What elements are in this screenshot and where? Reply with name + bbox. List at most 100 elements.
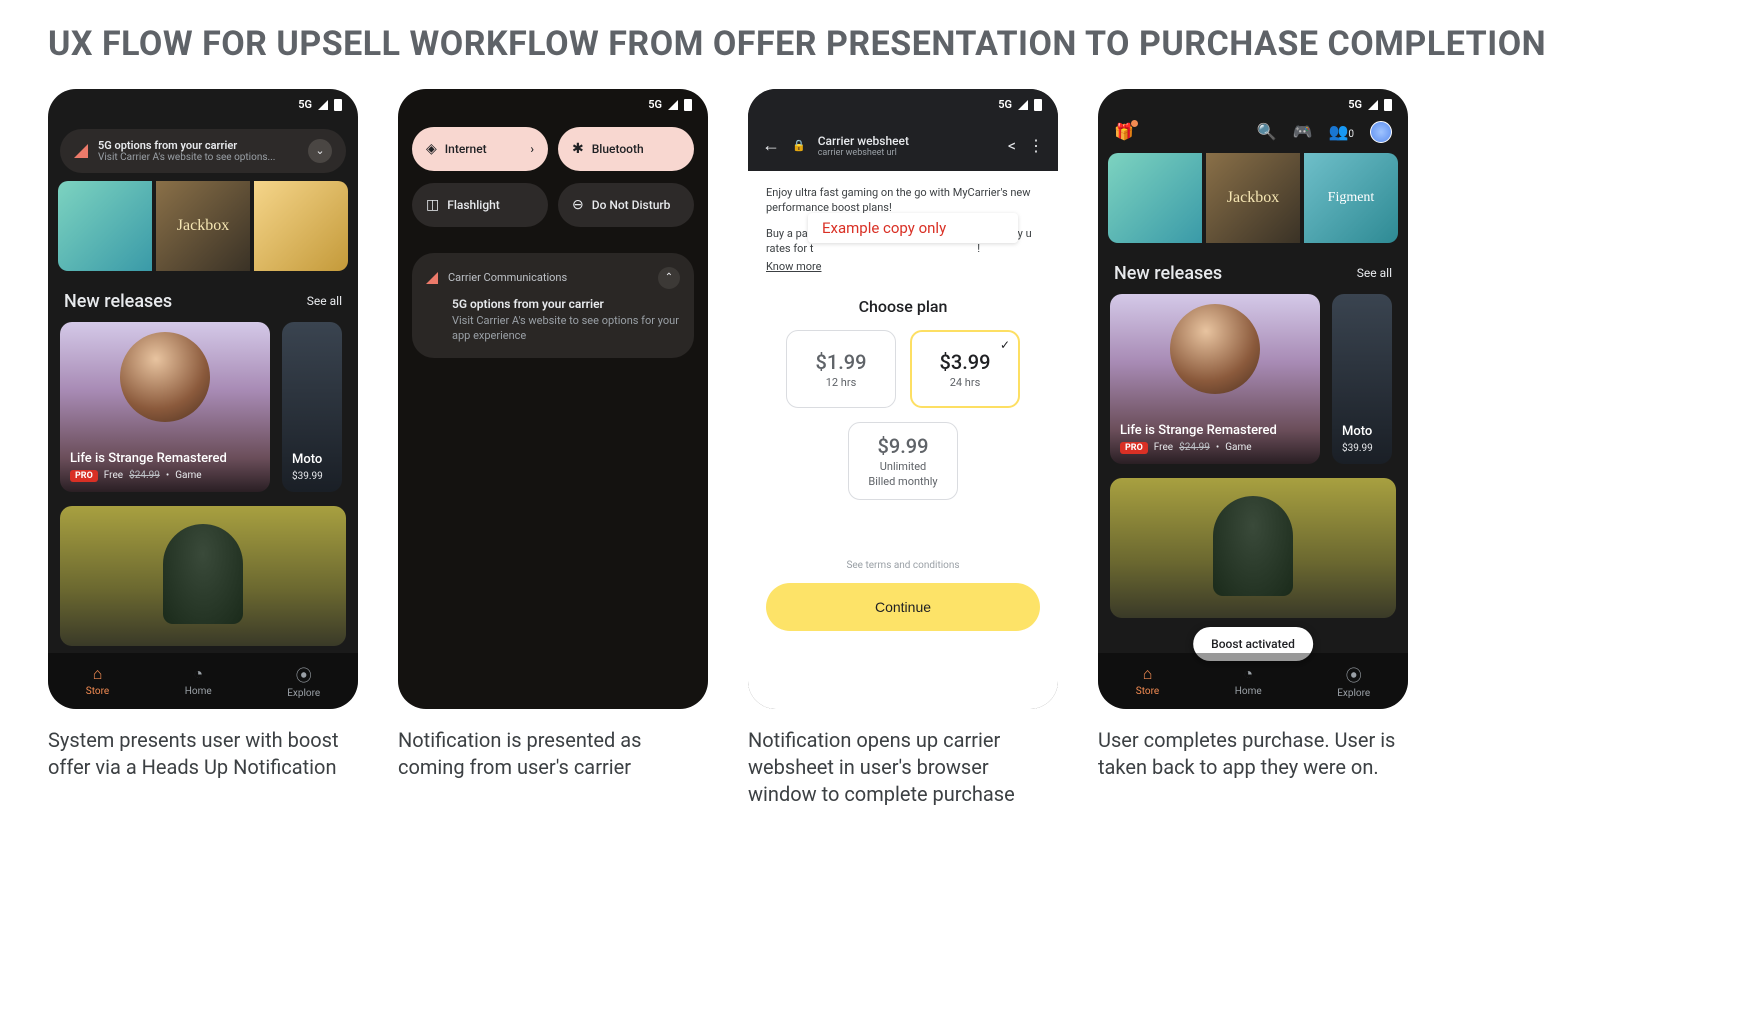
- card-carousel[interactable]: Life is Strange Remastered PRO Free $24.…: [1098, 294, 1408, 464]
- card-price: $39.99: [292, 471, 332, 482]
- bottom-nav: ⌂ Store ◔ Home ⦿ Explore: [48, 653, 358, 709]
- websheet-title-wrap: Carrier websheet carrier websheet url: [818, 134, 996, 158]
- featured-card[interactable]: [60, 506, 346, 646]
- websheet-body: Enjoy ultra fast gaming on the go with M…: [748, 171, 1058, 709]
- price-strike: $24.99: [129, 470, 160, 481]
- card-meta: PRO Free $24.99 • Game: [1120, 442, 1310, 454]
- battery-icon: [1034, 99, 1042, 111]
- promo-tile[interactable]: [58, 181, 152, 271]
- explore-icon: ⦿: [1346, 662, 1362, 686]
- plan-option[interactable]: $9.99 Unlimited Billed monthly: [848, 422, 958, 500]
- overflow-menu-icon[interactable]: ⋮: [1028, 136, 1044, 155]
- phone-3: 5G ← 🔒 Carrier websheet carrier websheet…: [748, 89, 1058, 709]
- section-header: New releases See all: [1098, 247, 1408, 294]
- plan-option-selected[interactable]: ✓ $3.99 24 hrs: [910, 330, 1020, 408]
- promo-carousel[interactable]: Jackbox Figment: [1108, 153, 1398, 243]
- flow-step-3: 5G ← 🔒 Carrier websheet carrier websheet…: [748, 89, 1058, 808]
- signal-icon: [1018, 100, 1028, 110]
- see-all-link[interactable]: See all: [1357, 266, 1392, 280]
- bottom-nav: ⌂ Store ◔ Home ⦿ Explore: [1098, 653, 1408, 709]
- card-carousel[interactable]: Life is Strange Remastered PRO Free $24.…: [48, 322, 358, 492]
- signal-icon: [318, 100, 328, 110]
- wifi-icon: ◈: [426, 141, 437, 157]
- nav-store[interactable]: ⌂ Store: [86, 664, 109, 697]
- chevron-up-icon[interactable]: ⌃: [658, 267, 680, 289]
- notification-header: Carrier Communications ⌃: [426, 267, 680, 289]
- hun-title: 5G options from your carrier: [98, 139, 298, 152]
- game-card-partial[interactable]: Moto $39.99: [1332, 294, 1392, 464]
- price-free: Free: [1154, 442, 1173, 453]
- gift-icon[interactable]: 🎁: [1114, 122, 1134, 141]
- battery-icon: [684, 99, 692, 111]
- promo-tile[interactable]: Jackbox: [1206, 153, 1300, 243]
- hun-text: 5G options from your carrier Visit Carri…: [98, 139, 298, 163]
- plan-duration: 12 hrs: [826, 376, 857, 389]
- status-bar: 5G: [748, 89, 1058, 121]
- qs-label: Internet: [445, 142, 487, 156]
- heads-up-notification[interactable]: 5G options from your carrier Visit Carri…: [60, 129, 346, 173]
- plan-price: $3.99: [939, 350, 990, 374]
- nav-home[interactable]: ◔ Home: [1235, 664, 1262, 697]
- caption: Notification opens up carrier websheet i…: [748, 727, 1048, 808]
- dot: •: [166, 470, 169, 481]
- phone-1: 5G 5G options from your carrier Visit Ca…: [48, 89, 358, 709]
- flow-step-1: 5G 5G options from your carrier Visit Ca…: [48, 89, 358, 808]
- section-title: New releases: [64, 291, 172, 312]
- bluetooth-icon: ✱: [572, 141, 584, 157]
- avatar[interactable]: [1370, 121, 1392, 143]
- chevron-down-icon[interactable]: ⌄: [308, 139, 332, 163]
- terms-link[interactable]: See terms and conditions: [766, 560, 1040, 571]
- promo-tile[interactable]: [254, 181, 348, 271]
- promo-tile[interactable]: [1108, 153, 1202, 243]
- search-icon[interactable]: 🔍: [1257, 122, 1277, 141]
- nav-explore[interactable]: ⦿ Explore: [1337, 662, 1370, 699]
- qs-flashlight[interactable]: ◫ Flashlight: [412, 183, 548, 227]
- nav-label: Explore: [287, 688, 320, 699]
- promo-tile[interactable]: Jackbox: [156, 181, 250, 271]
- pro-badge: PRO: [1120, 442, 1148, 454]
- game-card[interactable]: Life is Strange Remastered PRO Free $24.…: [1110, 294, 1320, 464]
- pro-badge: PRO: [70, 470, 98, 482]
- choose-plan-heading: Choose plan: [766, 297, 1040, 316]
- battery-icon: [334, 99, 342, 111]
- page-title: UX FLOW FOR UPSELL WORKFLOW FROM OFFER P…: [48, 24, 1712, 65]
- nav-home[interactable]: ◔ Home: [185, 664, 212, 697]
- featured-card[interactable]: [1110, 478, 1396, 618]
- promo-carousel[interactable]: Jackbox: [58, 181, 348, 271]
- status-5g-label: 5G: [1348, 98, 1362, 111]
- know-more-link[interactable]: Know more: [766, 260, 822, 273]
- promo-tile[interactable]: Figment: [1304, 153, 1398, 243]
- card-type: Game: [1225, 442, 1251, 453]
- nav-store[interactable]: ⌂ Store: [1136, 664, 1159, 697]
- controller-icon[interactable]: 🎮: [1293, 122, 1313, 141]
- qs-dnd[interactable]: ⊖ Do Not Disturb: [558, 183, 694, 227]
- see-all-link[interactable]: See all: [307, 294, 342, 308]
- websheet-header: ← 🔒 Carrier websheet carrier websheet ur…: [748, 121, 1058, 171]
- qs-internet[interactable]: ◈ Internet ›: [412, 127, 548, 171]
- plan-price: $1.99: [815, 350, 866, 374]
- qs-bluetooth[interactable]: ✱ Bluetooth: [558, 127, 694, 171]
- notification-card[interactable]: Carrier Communications ⌃ 5G options from…: [412, 253, 694, 358]
- nav-label: Explore: [1337, 688, 1370, 699]
- friends-icon[interactable]: 👥0: [1328, 122, 1354, 141]
- nav-label: Home: [1235, 686, 1262, 697]
- nav-explore[interactable]: ⦿ Explore: [287, 662, 320, 699]
- share-icon[interactable]: <: [1008, 136, 1016, 155]
- back-icon[interactable]: ←: [762, 135, 780, 156]
- card-title: Life is Strange Remastered: [70, 451, 260, 466]
- section-header: New releases See all: [48, 275, 358, 322]
- featured-art: [1213, 496, 1293, 596]
- signal-icon: [668, 100, 678, 110]
- plan-option[interactable]: $1.99 12 hrs: [786, 330, 896, 408]
- price-strike: $24.99: [1179, 442, 1210, 453]
- card-title: Moto: [1342, 424, 1382, 439]
- game-card-partial[interactable]: Moto $39.99: [282, 322, 342, 492]
- home-icon: ◔: [193, 664, 203, 684]
- continue-button[interactable]: Continue: [766, 583, 1040, 631]
- game-card[interactable]: Life is Strange Remastered PRO Free $24.…: [60, 322, 270, 492]
- qs-row: ◫ Flashlight ⊖ Do Not Disturb: [398, 177, 708, 233]
- notification-app-name: Carrier Communications: [448, 271, 648, 284]
- carrier-triangle-icon: [74, 144, 88, 158]
- status-5g-label: 5G: [298, 98, 312, 111]
- section-title: New releases: [1114, 263, 1222, 284]
